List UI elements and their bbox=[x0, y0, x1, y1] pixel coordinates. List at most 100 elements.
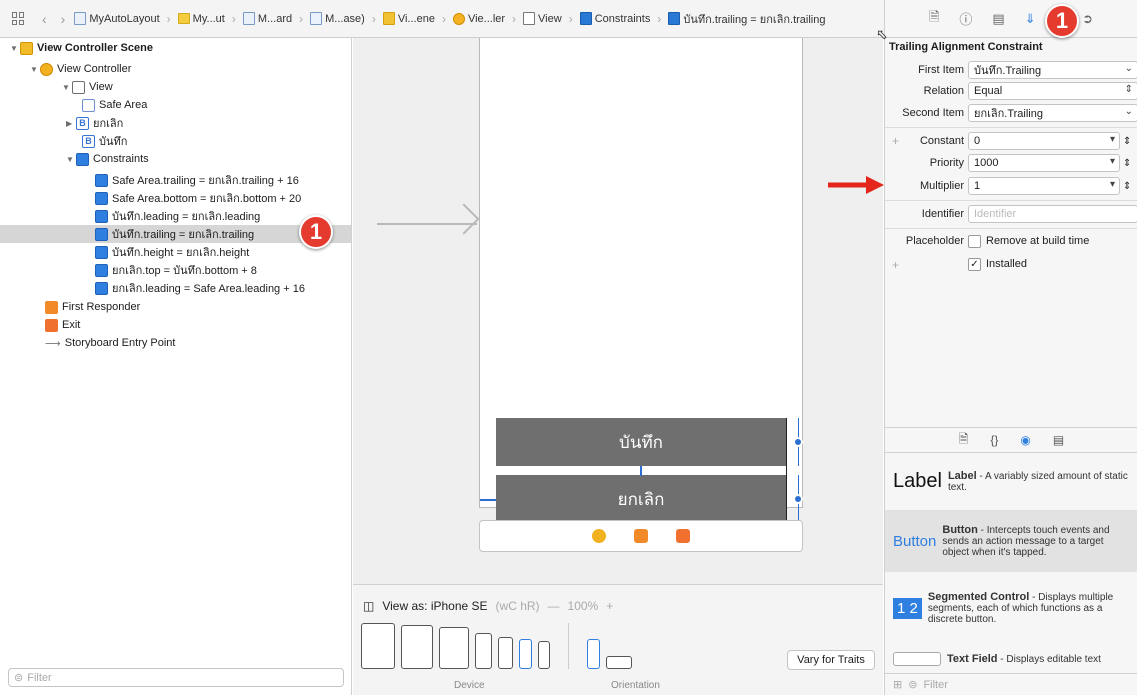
outline-row-scene[interactable]: ▼ View Controller Scene bbox=[10, 39, 153, 57]
dropdown-arrow-icon[interactable]: ▾ bbox=[1110, 134, 1115, 145]
filter-icon: ⊜ bbox=[14, 672, 24, 684]
constraint-icon bbox=[668, 12, 681, 25]
device-ipad-icon[interactable] bbox=[439, 627, 469, 669]
object-library-icon[interactable]: ◉ bbox=[1020, 433, 1030, 447]
dropdown-arrow-icon[interactable]: ▾ bbox=[1110, 156, 1115, 167]
placeholder-checkbox[interactable] bbox=[968, 234, 981, 248]
outline-row-cancel-button[interactable]: ▶ B ยกเลิก bbox=[66, 114, 123, 132]
file-inspector-icon[interactable]: 🗎 bbox=[929, 8, 939, 30]
outline-row-exit[interactable]: Exit bbox=[45, 316, 80, 334]
breadcrumb-constraint[interactable]: บันทึก.trailing = ยกเลิก.trailing bbox=[668, 10, 825, 28]
connections-inspector-icon[interactable]: ➲ bbox=[1082, 11, 1093, 27]
library-item-text-field[interactable]: Text Field - Displays editable text bbox=[885, 650, 1137, 668]
device-ipad-pro-12-icon[interactable] bbox=[361, 623, 395, 669]
device-iphone-plus-icon[interactable] bbox=[475, 633, 492, 669]
outline-row-constraint[interactable]: Safe Area.bottom = ยกเลิก.bottom + 20 bbox=[95, 189, 301, 207]
outline-row-constraint[interactable]: บันทึก.leading = ยกเลิก.leading bbox=[95, 207, 260, 225]
constraint-icon bbox=[95, 209, 108, 223]
safe-area-icon bbox=[82, 98, 95, 112]
outline-row-entry-point[interactable]: ⟶ Storyboard Entry Point bbox=[45, 334, 175, 352]
installed-checkbox[interactable]: ✓ bbox=[968, 257, 981, 271]
grid-view-icon[interactable]: ⊞ bbox=[893, 678, 902, 691]
constraint-knob[interactable] bbox=[793, 437, 803, 447]
constraint-icon bbox=[95, 263, 108, 277]
outline-row-constraint[interactable]: ยกเลิก.top = บันทึก.bottom + 8 bbox=[95, 261, 257, 279]
sidebar-toggle-icon[interactable]: ◫ bbox=[363, 599, 374, 613]
help-inspector-icon[interactable]: ⓘ bbox=[959, 9, 972, 28]
orientation-landscape-icon[interactable] bbox=[606, 656, 632, 669]
breadcrumb-project[interactable]: MyAutoLayout bbox=[74, 12, 160, 25]
view-as-label[interactable]: View as: iPhone SE bbox=[382, 599, 487, 613]
disclosure-open-icon[interactable]: ▼ bbox=[30, 65, 40, 74]
stepper-icon[interactable]: ⇕ bbox=[1123, 136, 1131, 147]
identifier-row: Identifier Identifier bbox=[885, 204, 1137, 224]
disclosure-open-icon[interactable]: ▼ bbox=[66, 155, 76, 164]
identifier-field[interactable]: Identifier bbox=[968, 205, 1137, 223]
outline-row-constraint[interactable]: Safe Area.trailing = ยกเลิก.trailing + 1… bbox=[95, 171, 299, 189]
device-label: Device bbox=[454, 680, 485, 691]
constant-field[interactable]: 0 ▾ bbox=[968, 132, 1120, 150]
second-item-popup[interactable]: ยกเลิก.Trailing ⌄ bbox=[968, 104, 1137, 122]
storyboard-canvas[interactable]: บันทึก ยกเลิก bbox=[353, 38, 883, 584]
breadcrumb-storyboard[interactable]: M...ard bbox=[242, 12, 292, 25]
constraint-knob[interactable] bbox=[793, 494, 803, 504]
stepper-icon[interactable]: ⇕ bbox=[1123, 181, 1131, 192]
outline-row-constraint[interactable]: ยกเลิก.leading = Safe Area.leading + 16 bbox=[95, 279, 305, 297]
outline-row-save-button[interactable]: B บันทึก bbox=[82, 132, 127, 150]
save-button[interactable]: บันทึก bbox=[496, 418, 786, 466]
library-item-segmented-control[interactable]: 1 2 Segmented Control - Displays multiple… bbox=[885, 582, 1137, 634]
breadcrumb-constraints[interactable]: Constraints bbox=[579, 12, 650, 25]
priority-field[interactable]: 1000 ▾ bbox=[968, 154, 1120, 172]
attributes-inspector-icon[interactable]: ⇓ bbox=[1025, 11, 1036, 27]
zoom-out-icon[interactable]: — bbox=[548, 599, 560, 613]
outline-row-view-controller[interactable]: ▼ View Controller bbox=[30, 60, 131, 78]
library-item-button[interactable]: Button Button - Intercepts touch events a… bbox=[885, 510, 1137, 572]
first-responder-icon[interactable] bbox=[634, 529, 648, 543]
breadcrumb-folder[interactable]: My...ut bbox=[177, 13, 225, 25]
zoom-in-icon[interactable]: + bbox=[606, 599, 613, 613]
outline-row-first-responder[interactable]: First Responder bbox=[45, 298, 140, 316]
dropdown-arrow-icon[interactable]: ▾ bbox=[1110, 179, 1115, 190]
stepper-icon[interactable]: ⇕ bbox=[1123, 158, 1131, 169]
outline-row-safe-area[interactable]: Safe Area bbox=[82, 96, 147, 114]
identity-inspector-icon[interactable]: ▤ bbox=[992, 11, 1004, 27]
forward-arrow-icon[interactable]: › bbox=[61, 11, 66, 27]
media-library-icon[interactable]: ▤ bbox=[1053, 433, 1064, 447]
disclosure-open-icon[interactable]: ▼ bbox=[62, 83, 72, 92]
breadcrumb-view[interactable]: View bbox=[523, 12, 562, 25]
breadcrumb-base[interactable]: M...ase) bbox=[310, 12, 365, 25]
file-template-icon[interactable]: 🗎 bbox=[959, 430, 969, 451]
outline-filter-field[interactable]: ⊜ Filter bbox=[8, 668, 344, 687]
device-ipad-pro-10-icon[interactable] bbox=[401, 625, 433, 669]
attributes-inspector: 🗎 ⓘ ▤ ⇓ ▸ ➲ Trailing Alignment Constrain… bbox=[884, 0, 1137, 695]
file-icon bbox=[242, 12, 255, 25]
vary-for-traits-button[interactable]: Vary for Traits bbox=[787, 650, 875, 670]
first-item-popup[interactable]: บันทึก.Trailing ⌄ bbox=[968, 61, 1137, 79]
breadcrumb-controller[interactable]: Vie...ler bbox=[452, 12, 505, 25]
orientation-portrait-icon[interactable] bbox=[587, 639, 600, 669]
outline-row-constraints[interactable]: ▼ Constraints bbox=[66, 150, 149, 168]
view-controller-frame[interactable]: บันทึก ยกเลิก bbox=[479, 38, 803, 549]
cancel-button[interactable]: ยกเลิก bbox=[496, 475, 786, 523]
device-iphone-se-icon[interactable] bbox=[519, 639, 532, 669]
back-arrow-icon[interactable]: ‹ bbox=[42, 11, 47, 27]
outline-row-constraint[interactable]: บันทึก.height = ยกเลิก.height bbox=[95, 243, 249, 261]
library-filter-field[interactable]: ⊞ ⊜ Filter bbox=[885, 673, 1137, 695]
scene-dock bbox=[479, 520, 803, 552]
disclosure-closed-icon[interactable]: ▶ bbox=[66, 119, 76, 128]
relation-popup[interactable]: Equal ⇕ bbox=[968, 82, 1137, 100]
multiplier-field[interactable]: 1 ▾ bbox=[968, 177, 1120, 195]
disclosure-open-icon[interactable]: ▼ bbox=[10, 44, 20, 53]
code-snippet-icon[interactable]: {} bbox=[990, 433, 998, 447]
exit-icon[interactable] bbox=[676, 529, 690, 543]
outline-row-view[interactable]: ▼ View bbox=[62, 78, 113, 96]
storyboard-scene-icon bbox=[20, 41, 33, 55]
library-item-label[interactable]: Label Label - A variably sized amount of … bbox=[885, 455, 1137, 507]
device-iphone-8-icon[interactable] bbox=[498, 637, 513, 669]
device-iphone-4s-icon[interactable] bbox=[538, 641, 550, 669]
view-controller-icon[interactable] bbox=[592, 529, 606, 543]
placeholder-row: Placeholder Remove at build time bbox=[905, 234, 1090, 248]
related-items-icon[interactable] bbox=[12, 12, 25, 25]
breadcrumb-scene[interactable]: Vi...ene bbox=[382, 12, 435, 25]
constraints-icon bbox=[76, 152, 89, 166]
